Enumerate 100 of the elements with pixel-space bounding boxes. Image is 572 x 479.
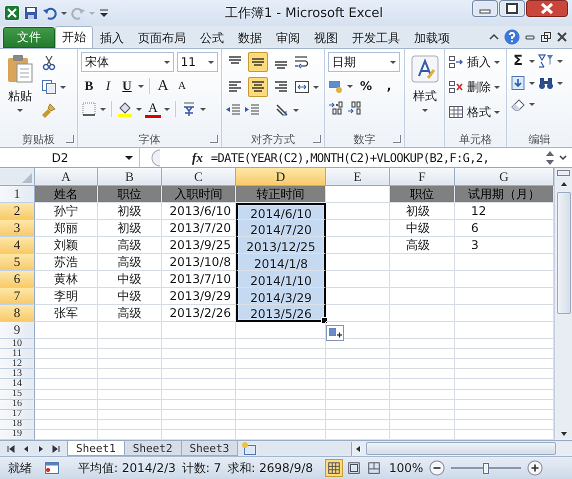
- ribbon-tab[interactable]: 加载项: [407, 27, 457, 48]
- scroll-thumb[interactable]: [366, 442, 556, 455]
- caret-icon[interactable]: [347, 84, 353, 88]
- percent-button[interactable]: %: [356, 77, 376, 95]
- text-orientation-icon[interactable]: [274, 102, 290, 118]
- caret-icon[interactable]: [557, 82, 563, 84]
- row-header[interactable]: 16: [0, 400, 35, 410]
- row-header[interactable]: 5: [0, 254, 35, 271]
- row-header[interactable]: 7: [0, 288, 35, 305]
- zoom-level[interactable]: 100%: [389, 461, 424, 475]
- row-header[interactable]: 19: [0, 430, 35, 440]
- font-name-select[interactable]: 宋体: [81, 52, 174, 72]
- comma-button[interactable]: ,: [379, 77, 399, 95]
- caret-icon[interactable]: [100, 108, 106, 110]
- bold-button[interactable]: B: [81, 77, 97, 95]
- row-header[interactable]: 8: [0, 305, 35, 322]
- row-header[interactable]: 3: [0, 220, 35, 237]
- row-header[interactable]: 11: [0, 349, 35, 360]
- grow-font-button[interactable]: A: [155, 77, 171, 95]
- column-header[interactable]: E: [326, 168, 390, 186]
- formula-scroll-icon[interactable]: [545, 148, 555, 166]
- sheet-tab[interactable]: Sheet1: [67, 441, 125, 456]
- brush-icon[interactable]: [41, 103, 57, 119]
- new-sheet-icon[interactable]: [241, 440, 258, 456]
- row-header[interactable]: 15: [0, 390, 35, 400]
- file-tab[interactable]: 文件: [3, 27, 55, 48]
- row-header[interactable]: 1: [0, 186, 35, 203]
- caret-icon[interactable]: [313, 86, 319, 88]
- autosum-button[interactable]: Σ: [510, 52, 526, 70]
- sheet-tab[interactable]: Sheet3: [180, 441, 238, 456]
- fill-bucket-icon[interactable]: [117, 101, 133, 117]
- row-header[interactable]: 17: [0, 410, 35, 420]
- ribbon-tab[interactable]: 页面布局: [131, 27, 193, 48]
- align-button[interactable]: [248, 77, 268, 97]
- horizontal-scrollbar[interactable]: [351, 442, 572, 456]
- close-icon[interactable]: [556, 31, 568, 43]
- dialog-launcher-icon[interactable]: [66, 135, 74, 143]
- dialog-launcher-icon[interactable]: [313, 135, 321, 143]
- dialog-launcher-icon[interactable]: [393, 135, 401, 143]
- align-button[interactable]: [248, 52, 268, 72]
- caret-icon[interactable]: [557, 60, 563, 62]
- caret-icon[interactable]: [61, 12, 67, 14]
- column-header[interactable]: B: [98, 168, 162, 186]
- column-header[interactable]: D: [236, 168, 326, 186]
- row-header[interactable]: 13: [0, 369, 35, 380]
- row-header[interactable]: 9: [0, 322, 35, 339]
- sheet-tab[interactable]: Sheet2: [124, 441, 182, 456]
- format-button[interactable]: 格式: [448, 102, 503, 122]
- row-header[interactable]: 12: [0, 359, 35, 370]
- macro-record-icon[interactable]: [44, 460, 60, 476]
- ribbon-tab[interactable]: 开始: [55, 26, 93, 48]
- column-header[interactable]: G: [455, 168, 554, 186]
- merge-cells-icon[interactable]: [294, 79, 310, 95]
- shrink-font-button[interactable]: A: [174, 77, 190, 95]
- ribbon-tab[interactable]: 数据: [231, 27, 269, 48]
- row-header[interactable]: 18: [0, 420, 35, 430]
- paste-button[interactable]: 粘贴: [3, 52, 37, 131]
- insert-button[interactable]: 插入: [448, 52, 503, 72]
- wrap-text-icon[interactable]: [294, 54, 310, 70]
- fill-down-icon[interactable]: [510, 75, 526, 91]
- formula-field[interactable]: =DATE(YEAR(C2),MONTH(C2)+VLOOKUP(B2,F:G,2,: [210, 150, 542, 164]
- insert-function-button[interactable]: fx: [192, 150, 203, 166]
- caret-icon[interactable]: [136, 108, 142, 110]
- help-icon[interactable]: [504, 29, 520, 45]
- italic-button[interactable]: I: [100, 77, 116, 95]
- caret-icon[interactable]: [164, 108, 170, 110]
- zoom-slider-thumb[interactable]: [483, 462, 490, 474]
- name-box[interactable]: D2: [0, 148, 140, 167]
- decrease-decimal-icon[interactable]: [347, 100, 363, 116]
- fill-handle[interactable]: [321, 317, 328, 324]
- last-sheet-icon[interactable]: [51, 444, 61, 454]
- caret-icon[interactable]: [529, 82, 535, 84]
- close-button[interactable]: [526, 0, 568, 17]
- ribbon-tab[interactable]: 审阅: [269, 27, 307, 48]
- binoculars-icon[interactable]: [538, 75, 554, 91]
- maximize-button[interactable]: [499, 0, 525, 17]
- number-format-select[interactable]: 日期: [328, 52, 400, 72]
- font-size-select[interactable]: 11: [176, 52, 218, 72]
- delete-button[interactable]: 删除: [448, 77, 503, 97]
- caret-icon[interactable]: [529, 102, 535, 106]
- column-header[interactable]: C: [162, 168, 236, 186]
- ribbon-tab[interactable]: 公式: [193, 27, 231, 48]
- caret-icon[interactable]: [138, 84, 144, 88]
- scroll-thumb[interactable]: [556, 192, 570, 314]
- vertical-scrollbar[interactable]: [554, 168, 572, 440]
- caret-icon[interactable]: [529, 60, 535, 62]
- zoom-in-icon[interactable]: [527, 460, 544, 476]
- zoom-out-icon[interactable]: [429, 460, 446, 476]
- row-header[interactable]: 6: [0, 271, 35, 288]
- view-button[interactable]: [325, 459, 344, 477]
- save-icon[interactable]: [23, 5, 39, 21]
- border-icon[interactable]: [81, 101, 97, 117]
- minimize-button[interactable]: [472, 0, 498, 17]
- scissors-icon[interactable]: [41, 55, 57, 71]
- sort-filter-icon[interactable]: [538, 53, 554, 69]
- first-sheet-icon[interactable]: [6, 444, 16, 454]
- caret-icon[interactable]: [60, 86, 66, 88]
- column-header[interactable]: A: [35, 168, 98, 186]
- caret-icon[interactable]: [200, 108, 206, 110]
- dialog-launcher-icon[interactable]: [210, 135, 218, 143]
